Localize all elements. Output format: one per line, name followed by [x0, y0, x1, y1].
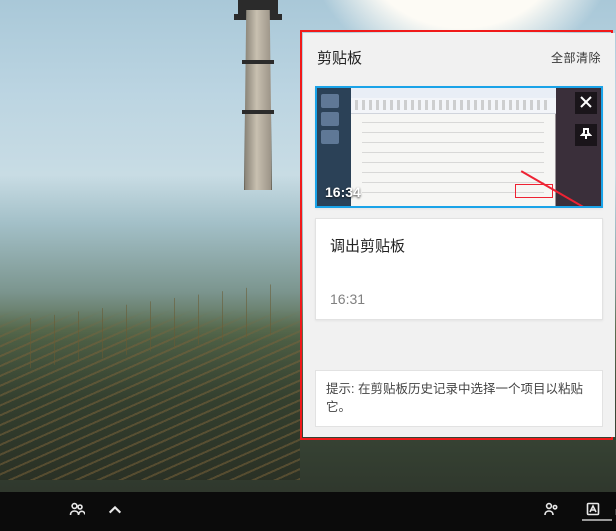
people-button[interactable] [68, 503, 86, 521]
pin-item-button[interactable] [575, 124, 597, 146]
taskbar-tray [542, 503, 616, 521]
pin-icon [580, 128, 592, 143]
tray-overflow-button[interactable] [106, 503, 124, 521]
clipboard-item-text[interactable]: 调出剪贴板 16:31 [315, 218, 603, 320]
people-icon [69, 501, 85, 522]
hint-prefix: 提示: [326, 382, 358, 396]
delete-item-button[interactable] [575, 92, 597, 114]
clear-all-button[interactable]: 全部清除 [551, 49, 601, 66]
clipboard-title: 剪贴板 [317, 47, 362, 68]
clipboard-item-image[interactable]: 16:34 [315, 86, 603, 208]
clipboard-thumbnail: 16:34 [317, 88, 601, 206]
clipboard-item-time: 16:31 [316, 273, 602, 319]
hint-body: 在剪贴板历史记录中选择一个项目以粘贴它。 [326, 382, 583, 415]
active-indicator [582, 519, 612, 521]
clipboard-item-content: 调出剪贴板 [316, 219, 602, 273]
people-icon [543, 501, 559, 522]
people-tray-button[interactable] [542, 503, 560, 521]
wallpaper-lighthouse [230, 0, 286, 210]
close-icon [580, 96, 592, 111]
clipboard-item-time: 16:34 [325, 184, 361, 200]
taskbar [0, 492, 616, 531]
chevron-up-icon [107, 502, 123, 521]
taskbar-left [0, 503, 124, 521]
clipboard-header: 剪贴板 全部清除 [303, 33, 615, 76]
clipboard-hint: 提示: 在剪贴板历史记录中选择一个项目以粘贴它。 [315, 370, 603, 428]
clipboard-panel: 剪贴板 全部清除 16:3 [303, 33, 615, 437]
